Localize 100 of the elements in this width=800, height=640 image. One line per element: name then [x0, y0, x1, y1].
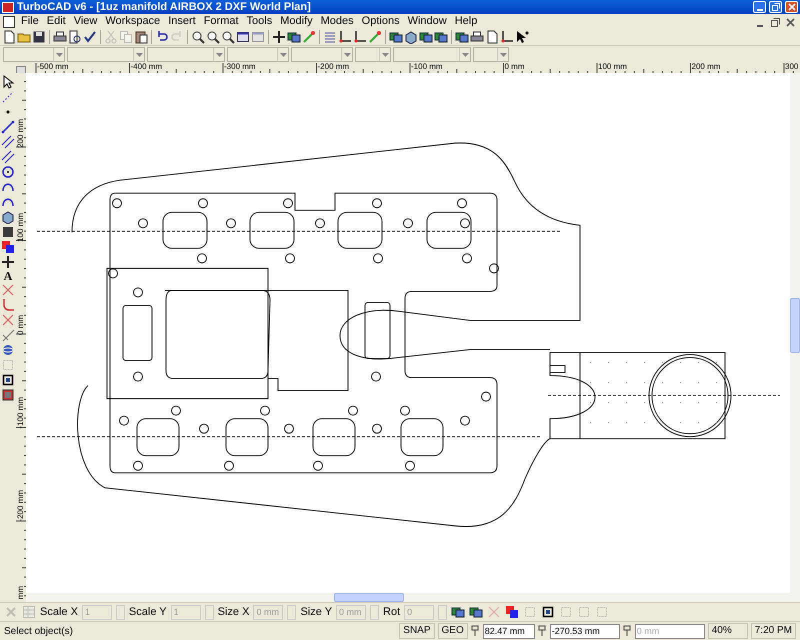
- chamfer-icon[interactable]: [1, 328, 15, 342]
- checkmark-icon[interactable]: [83, 30, 97, 44]
- close-button[interactable]: [785, 1, 798, 13]
- window-icon[interactable]: [236, 30, 250, 44]
- coordinate-icon: [538, 625, 547, 637]
- dotted-line-icon[interactable]: [1, 90, 15, 104]
- line-icon[interactable]: [1, 120, 15, 134]
- cube-icon[interactable]: [404, 30, 418, 44]
- dropdown-arrow-icon: [280, 52, 286, 56]
- select-frame-icon[interactable]: [1, 373, 15, 387]
- layers-icon[interactable]: [389, 30, 403, 44]
- menu-item[interactable]: Window: [404, 15, 451, 28]
- menu-item[interactable]: Modes: [316, 15, 358, 28]
- coordinate-field[interactable]: -270.53 mm: [550, 624, 620, 638]
- menu-item[interactable]: Options: [358, 15, 404, 28]
- dropdown-field[interactable]: [147, 47, 225, 62]
- scroll-thumb[interactable]: [334, 593, 404, 602]
- menu-item[interactable]: Edit: [42, 15, 70, 28]
- menu-item[interactable]: Tools: [242, 15, 276, 28]
- color-squares-icon[interactable]: [505, 605, 520, 619]
- field-label: Size X: [218, 604, 250, 620]
- drawing-canvas[interactable]: [26, 73, 790, 593]
- layers-icon[interactable]: [287, 30, 301, 44]
- document-icon[interactable]: [3, 16, 15, 28]
- vertical-scrollbar[interactable]: [790, 73, 800, 602]
- parallel-lines-icon[interactable]: [1, 135, 15, 149]
- list-icon[interactable]: [323, 30, 337, 44]
- snap-toggle[interactable]: SNAP: [399, 623, 435, 639]
- geo-toggle[interactable]: GEO: [438, 623, 468, 639]
- axes-icon[interactable]: [353, 30, 367, 44]
- text-tool[interactable]: A: [4, 270, 12, 282]
- ruler-label: -200 mm: [318, 63, 350, 71]
- status-message: Select object(s): [4, 624, 74, 638]
- page-icon[interactable]: [485, 30, 499, 44]
- horizontal-scrollbar[interactable]: [26, 593, 790, 602]
- ruler-label: -200 mm: [17, 490, 25, 522]
- dropdown-field[interactable]: [291, 47, 353, 62]
- clock-time: 7:20 PM: [750, 623, 796, 639]
- menu-item[interactable]: Format: [200, 15, 243, 28]
- help-cursor-icon[interactable]: [515, 30, 529, 44]
- magnifier-page-icon[interactable]: [68, 30, 82, 44]
- select-frame-icon[interactable]: [541, 605, 556, 619]
- zoom-icon[interactable]: [191, 30, 205, 44]
- ruler-label: 200 mm: [692, 63, 720, 71]
- dropdown-field[interactable]: [3, 47, 65, 62]
- menu-item[interactable]: Workspace: [101, 15, 164, 28]
- dropdown-field[interactable]: [67, 47, 145, 62]
- ruler-label: -100 mm: [411, 63, 443, 71]
- zoom-icon[interactable]: [206, 30, 220, 44]
- minimize-button[interactable]: [753, 1, 766, 13]
- clipboard-icon[interactable]: [134, 30, 148, 44]
- layers-icon[interactable]: [455, 30, 469, 44]
- color-squares-icon[interactable]: [1, 240, 15, 254]
- intersect-lines-icon[interactable]: [1, 313, 15, 327]
- layers-icon[interactable]: [451, 605, 466, 619]
- menu-item[interactable]: Modify: [276, 15, 317, 28]
- intersect-lines-icon[interactable]: [1, 283, 15, 297]
- scroll-thumb[interactable]: [790, 298, 800, 353]
- layers-icon[interactable]: [434, 30, 448, 44]
- restore-button[interactable]: [769, 1, 782, 13]
- minimize-icon: [756, 9, 762, 11]
- menu-item[interactable]: View: [70, 15, 102, 28]
- coordinate-icon: [470, 625, 480, 637]
- axes-icon[interactable]: [500, 30, 514, 44]
- move-cross-icon[interactable]: [272, 30, 286, 44]
- fillet-icon[interactable]: [1, 298, 15, 312]
- restore-icon: [768, 16, 780, 28]
- dropdown-field[interactable]: [355, 47, 391, 62]
- parallel-lines-icon[interactable]: [1, 150, 15, 164]
- zoom-icon[interactable]: [221, 30, 235, 44]
- menu-item[interactable]: Help: [450, 15, 482, 28]
- move-cross-icon[interactable]: [1, 255, 15, 269]
- page-icon[interactable]: [2, 30, 16, 44]
- dropdown-field[interactable]: [473, 47, 509, 62]
- circle-icon[interactable]: [1, 165, 15, 179]
- solid-block-icon[interactable]: [1, 388, 15, 402]
- sphere-icon[interactable]: [1, 343, 15, 357]
- zoom-level: 40%: [708, 623, 748, 639]
- ruler-label: -300 mm: [224, 63, 256, 71]
- minimize-icon: [756, 24, 762, 26]
- printer-icon[interactable]: [53, 30, 67, 44]
- menu-item[interactable]: Insert: [164, 15, 200, 28]
- pointer-icon[interactable]: [1, 75, 15, 89]
- dropdown-field[interactable]: [227, 47, 289, 62]
- app-icon: [2, 2, 14, 12]
- dropdown-arrow-icon: [382, 52, 388, 56]
- axes-icon[interactable]: [338, 30, 352, 44]
- field-label: Rot: [383, 604, 400, 620]
- ruler-label: -400 mm: [130, 63, 162, 71]
- ruler-label: 0 mm: [17, 315, 25, 335]
- layers-icon[interactable]: [469, 605, 484, 619]
- coordinate-field[interactable]: 82.47 mm: [482, 624, 535, 638]
- ruler-label: 0 mm: [504, 63, 524, 71]
- dropdown-field[interactable]: [393, 47, 471, 62]
- printer-icon[interactable]: [470, 30, 484, 44]
- box-icon[interactable]: [1, 225, 15, 239]
- dropdown-arrow-icon: [462, 52, 468, 56]
- cube-icon[interactable]: [1, 210, 15, 224]
- layers-icon[interactable]: [419, 30, 433, 44]
- menu-item[interactable]: File: [17, 15, 43, 28]
